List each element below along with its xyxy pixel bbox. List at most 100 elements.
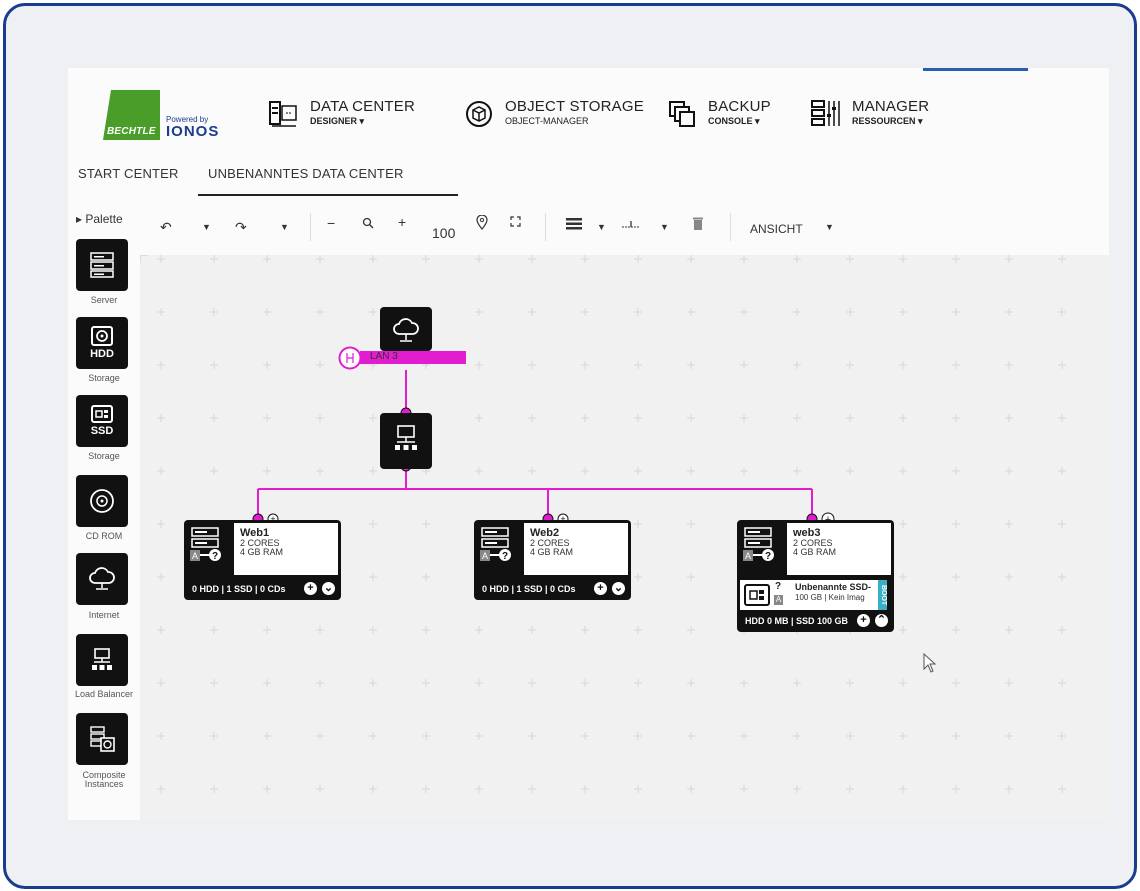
ssd-icon (91, 405, 113, 423)
server-ram: 4 GB RAM (793, 547, 837, 557)
tab-bar: START CENTER UNBENANNTES DATA CENTER (68, 153, 1109, 198)
product-title: OBJECT STORAGE (505, 98, 644, 115)
lan-hub-icon[interactable] (338, 346, 364, 370)
undo-dropdown-icon[interactable]: ▼ (202, 222, 211, 232)
chevron-down-icon[interactable]: ⌄ (612, 582, 625, 595)
zoom-icon[interactable] (362, 217, 374, 229)
add-icon[interactable]: + (594, 582, 607, 595)
server-icon: A ? (743, 527, 774, 562)
design-canvas[interactable]: + + + LAN 3 (140, 255, 1109, 820)
header: BECHTLE Powered by IONOS DATA CENTER DES… (68, 68, 1109, 153)
product-manager[interactable]: MANAGER RESSOURCEN ▾ (810, 98, 929, 130)
product-title: MANAGER (852, 98, 930, 115)
server-card-web2[interactable]: A ? Web2 2 CORES 4 GB RAM 0 HDD | 1 SSD … (474, 520, 631, 600)
list-icon[interactable] (566, 218, 582, 230)
undo-icon[interactable]: ↶ (160, 219, 172, 236)
window-frame: BECHTLE Powered by IONOS DATA CENTER DES… (3, 3, 1137, 889)
server-icon (90, 252, 114, 278)
ssd-volume[interactable]: ? A Unbenannte SSD- 100 GB | Kein Imag B… (740, 580, 887, 610)
align-icon[interactable] (622, 221, 640, 231)
object-storage-icon (466, 101, 492, 127)
palette-item-internet[interactable] (76, 553, 128, 605)
product-backup[interactable]: BACKUP CONSOLE ▾ (666, 98, 771, 130)
zoom-level: 100 (432, 225, 456, 241)
svg-text:A: A (745, 551, 751, 561)
chevron-down-icon[interactable]: ⌄ (322, 582, 335, 595)
server-info: web3 2 CORES 4 GB RAM (787, 523, 891, 575)
palette-item-ssd[interactable]: SSD (76, 395, 128, 447)
internet-node[interactable] (380, 307, 432, 351)
volume-name: Unbenannte SSD- (795, 582, 872, 592)
palette-label: Server (90, 295, 118, 305)
ssd-badge: SSD (90, 425, 114, 437)
svg-text:?: ? (502, 551, 508, 562)
palette-title[interactable]: ▸ Palette (76, 212, 123, 226)
composite-instances-icon (90, 726, 115, 752)
product-data-center[interactable]: DATA CENTER DESIGNER ▾ (268, 98, 415, 130)
product-title: DATA CENTER (310, 98, 415, 115)
palette-item-cd-rom[interactable] (76, 475, 128, 527)
palette-label: Composite Instances (82, 770, 126, 789)
ionos-logo: IONOS (166, 123, 220, 140)
view-dropdown-icon[interactable]: ▼ (825, 222, 834, 232)
align-dropdown-icon[interactable]: ▼ (660, 222, 669, 232)
server-storage-summary: HDD 0 MB | SSD 100 GB (745, 616, 849, 626)
internet-icon (89, 567, 115, 590)
server-card-web3[interactable]: A ? web3 2 CORES 4 GB RAM ? A Unbenannte… (737, 520, 894, 632)
redo-icon[interactable]: ↷ (235, 219, 247, 236)
app: BECHTLE Powered by IONOS DATA CENTER DES… (68, 68, 1109, 820)
toolbar-divider (545, 213, 546, 241)
cd-rom-icon (90, 489, 114, 513)
zoom-in-icon[interactable]: + (398, 214, 406, 230)
server-storage-summary: 0 HDD | 1 SSD | 0 CDs (482, 584, 576, 594)
product-subtitle: RESSOURCEN ▾ (852, 116, 923, 126)
view-menu[interactable]: ANSICHT (750, 222, 803, 236)
load-balancer-node[interactable] (380, 413, 432, 469)
manager-icon (811, 100, 840, 126)
palette: ▸ Palette Server HDD Storage SSD Storage… (68, 197, 140, 820)
hdd-badge: HDD (90, 348, 114, 360)
server-info: Web1 2 CORES 4 GB RAM (234, 523, 338, 575)
server-card-web1[interactable]: A ? Web1 2 CORES 4 GB RAM 0 HDD | 1 SSD … (184, 520, 341, 600)
tab-start-center[interactable]: START CENTER (78, 166, 179, 181)
internet-icon (393, 318, 419, 342)
server-info: Web2 2 CORES 4 GB RAM (524, 523, 628, 575)
palette-item-server[interactable] (76, 239, 128, 291)
palette-item-load-balancer[interactable] (76, 634, 128, 686)
ssd-icon (744, 584, 770, 606)
backup-icon (669, 101, 695, 127)
svg-text:A: A (192, 551, 198, 561)
disk-type-badge: A (774, 595, 783, 605)
product-subtitle: CONSOLE ▾ (708, 116, 760, 126)
lan-bar[interactable]: LAN 3 (360, 351, 466, 364)
product-title: BACKUP (708, 98, 771, 115)
toolbar-divider (310, 213, 311, 241)
data-center-icon (269, 101, 297, 127)
server-ram: 4 GB RAM (530, 547, 574, 557)
palette-item-hdd[interactable]: HDD (76, 317, 128, 369)
product-subtitle: DESIGNER ▾ (310, 116, 365, 126)
palette-title-text: Palette (85, 212, 123, 226)
palette-label: Internet (88, 610, 120, 620)
mouse-cursor-icon (923, 653, 937, 673)
palette-item-composite-instances[interactable] (76, 713, 128, 765)
add-icon[interactable]: + (857, 614, 870, 627)
list-dropdown-icon[interactable]: ▼ (597, 222, 606, 232)
bechtle-logo[interactable]: BECHTLE (103, 90, 160, 140)
add-icon[interactable]: + (304, 582, 317, 595)
palette-label: Storage (88, 373, 120, 383)
fullscreen-icon[interactable] (510, 216, 521, 227)
tab-unbenanntes-data-center[interactable]: UNBENANNTES DATA CENTER (198, 166, 458, 196)
product-object-storage[interactable]: OBJECT STORAGE OBJECT-MANAGER (463, 98, 644, 130)
palette-label: Storage (88, 451, 120, 461)
toolbar-divider (730, 213, 731, 241)
palette-label: Load Balancer (74, 689, 134, 699)
server-ram: 4 GB RAM (240, 547, 284, 557)
zoom-out-icon[interactable]: − (327, 215, 335, 231)
trash-icon[interactable] (693, 217, 703, 230)
redo-dropdown-icon[interactable]: ▼ (280, 222, 289, 232)
location-pin-icon[interactable] (476, 215, 488, 230)
image-unknown-mark: ? (775, 581, 782, 592)
chevron-up-icon[interactable]: ⌃ (875, 614, 888, 627)
server-icon: A ? (480, 527, 511, 562)
